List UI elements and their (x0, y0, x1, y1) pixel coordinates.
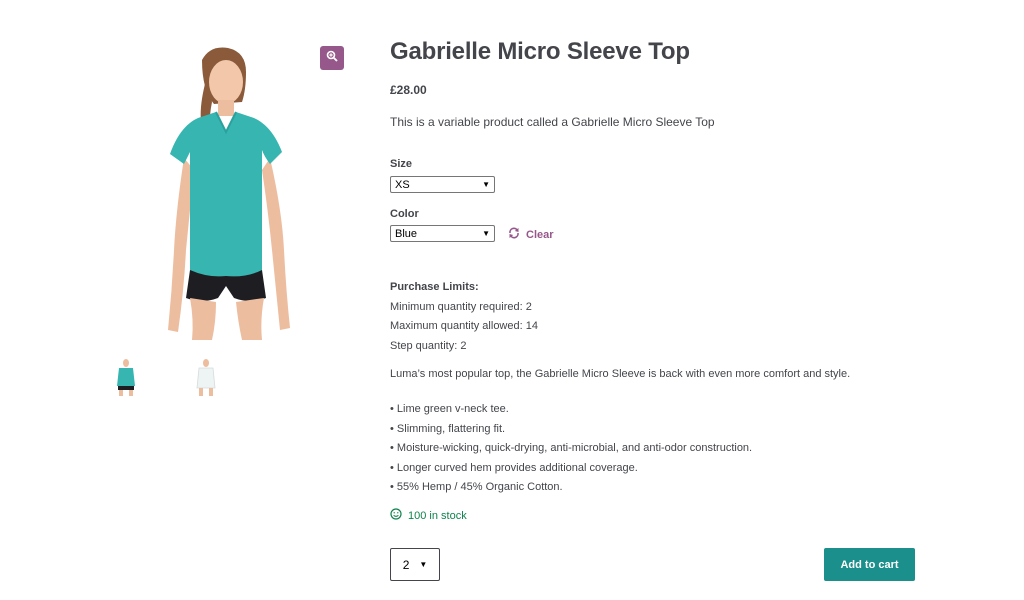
list-item: • 55% Hemp / 45% Organic Cotton. (390, 481, 563, 494)
max-quantity-text: Maximum quantity allowed: 14 (390, 320, 538, 333)
thumbnail-teal-top[interactable] (110, 358, 142, 396)
chevron-down-icon: ▼ (482, 229, 490, 238)
list-item: • Moisture-wicking, quick-drying, anti-m… (390, 442, 753, 455)
list-item: • Longer curved hem provides additional … (390, 461, 638, 474)
product-long-description: Luma’s most popular top, the Gabrielle M… (390, 368, 851, 380)
refresh-icon (508, 227, 520, 242)
size-select-value: XS (395, 178, 410, 191)
product-summary: Gabrielle Micro Sleeve Top £28.00 This i… (390, 36, 915, 581)
smiley-icon (390, 508, 402, 523)
stock-text: 100 in stock (408, 509, 467, 522)
zoom-button[interactable] (320, 46, 344, 70)
color-select[interactable]: Blue ▼ (390, 225, 495, 242)
step-quantity-text: Step quantity: 2 (390, 339, 467, 352)
product-short-description: This is a variable product called a Gabr… (390, 115, 715, 129)
purchase-limits-heading: Purchase Limits: (390, 281, 479, 293)
product-title: Gabrielle Micro Sleeve Top (390, 38, 690, 65)
product-price: £28.00 (390, 83, 427, 97)
size-select[interactable]: XS ▼ (390, 176, 495, 193)
min-quantity-text: Minimum quantity required: 2 (390, 300, 532, 313)
color-select-value: Blue (395, 227, 418, 240)
thumbnail-strip (110, 358, 222, 396)
clear-variations-link[interactable]: Clear (508, 227, 554, 242)
quantity-value: 2 (402, 557, 410, 572)
clear-label: Clear (526, 228, 554, 241)
list-item: • Slimming, flattering fit. (390, 422, 506, 435)
color-label: Color (390, 208, 419, 220)
feature-list: • Lime green v-neck tee. • Slimming, fla… (390, 400, 752, 498)
purchase-limits: Purchase Limits: Minimum quantity requir… (390, 278, 538, 356)
chevron-down-icon: ▼ (482, 180, 490, 189)
chevron-down-icon: ▼ (419, 560, 428, 569)
product-main-image[interactable] (150, 40, 310, 340)
quantity-select[interactable]: 2 ▼ (390, 548, 440, 581)
stock-status: 100 in stock (390, 508, 467, 523)
size-label: Size (390, 158, 413, 170)
list-item: • Lime green v-neck tee. (390, 403, 509, 415)
add-to-cart-button[interactable]: Add to cart (824, 548, 915, 581)
magnifier-icon (326, 49, 338, 67)
thumbnail-white-top[interactable] (190, 358, 222, 396)
